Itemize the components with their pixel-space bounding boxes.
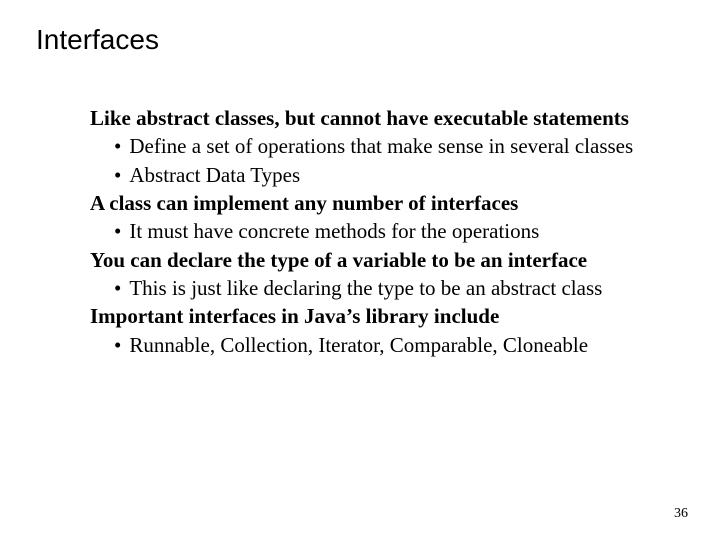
lead-text-1: Like abstract classes, but cannot have e… [90,104,664,132]
lead-text-4: Important interfaces in Java’s library i… [90,302,664,330]
page-number: 36 [674,506,688,522]
slide: Interfaces Like abstract classes, but ca… [0,0,720,540]
bullet-icon: • [114,331,121,359]
bullet-icon: • [114,132,121,160]
bullet-item: • It must have concrete methods for the … [114,217,664,245]
bullet-text: Runnable, Collection, Iterator, Comparab… [129,331,664,359]
bullet-text: It must have concrete methods for the op… [129,217,664,245]
slide-title: Interfaces [36,24,684,56]
bullet-item: • Runnable, Collection, Iterator, Compar… [114,331,664,359]
bullet-icon: • [114,274,121,302]
bullet-icon: • [114,161,121,189]
bullet-item: • This is just like declaring the type t… [114,274,664,302]
bullet-text: Abstract Data Types [129,161,664,189]
bullet-item: • Define a set of operations that make s… [114,132,664,160]
lead-text-2: A class can implement any number of inte… [90,189,664,217]
bullet-text: This is just like declaring the type to … [129,274,664,302]
lead-text-3: You can declare the type of a variable t… [90,246,664,274]
bullet-item: • Abstract Data Types [114,161,664,189]
bullet-text: Define a set of operations that make sen… [129,132,664,160]
slide-body: Like abstract classes, but cannot have e… [90,104,664,359]
bullet-icon: • [114,217,121,245]
